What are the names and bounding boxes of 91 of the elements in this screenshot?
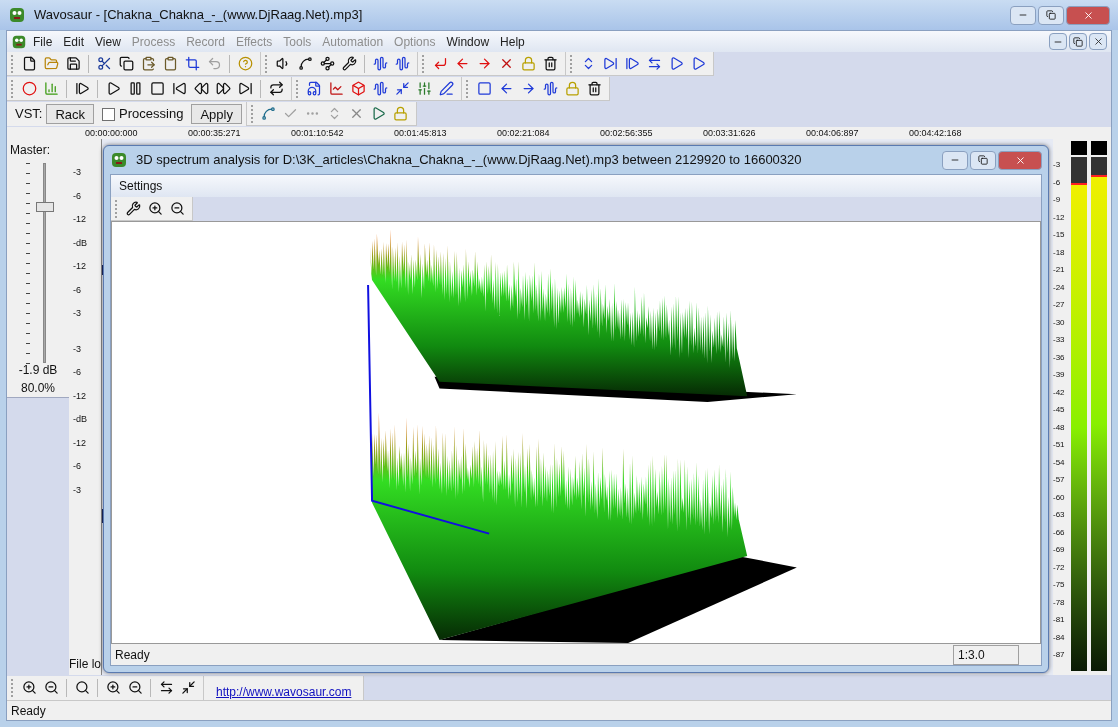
db-scale-label: -12 xyxy=(72,214,87,224)
close-icon xyxy=(1092,36,1104,47)
meter-scale-label: -15 xyxy=(1053,229,1066,241)
db-scale-label: -dB xyxy=(72,414,88,424)
db-scale-label: -6 xyxy=(72,284,82,295)
meter-scale-label: -3 xyxy=(1053,159,1062,171)
monster-logo-icon xyxy=(8,6,26,24)
time-label: 00:02:21:084 xyxy=(497,127,551,139)
meter-scale-label: -45 xyxy=(1053,404,1066,416)
meter-scale-label: -39 xyxy=(1053,369,1066,381)
vst-label: VST: xyxy=(15,105,43,124)
time-label: 00:01:45:813 xyxy=(394,127,448,139)
slider-thumb[interactable] xyxy=(36,202,54,212)
time-label: 00:00:00:000 xyxy=(85,127,139,139)
dialog-status-text: Ready xyxy=(115,646,151,664)
meter-scale-label: -18 xyxy=(1053,246,1066,259)
close-icon xyxy=(1082,9,1094,21)
db-scale-label: -6 xyxy=(72,190,82,201)
maximize-button[interactable] xyxy=(970,150,996,170)
menu-item[interactable]: File xyxy=(28,32,58,51)
time-label: 00:02:56:355 xyxy=(600,127,654,139)
meter-scale-label: -51 xyxy=(1053,439,1066,451)
meter-scale-label: -12 xyxy=(1053,211,1066,224)
file-log-label: File lo xyxy=(69,656,101,673)
processing-checkbox[interactable] xyxy=(102,107,116,121)
close-button[interactable] xyxy=(1089,33,1107,50)
rack-button[interactable]: Rack xyxy=(46,104,95,124)
restore-icon xyxy=(1046,10,1056,20)
time-label: 00:00:35:271 xyxy=(188,127,242,139)
meter-scale-label: -27 xyxy=(1053,299,1066,311)
time-label: 00:04:42:168 xyxy=(909,127,963,139)
meter-scale-label: -42 xyxy=(1053,386,1066,399)
meter-scale-label: -81 xyxy=(1053,614,1066,626)
menu-item[interactable]: Edit xyxy=(58,32,90,51)
maximize-button[interactable] xyxy=(1069,33,1087,50)
menu-item[interactable]: Window xyxy=(441,32,495,51)
menu-item[interactable]: Settings xyxy=(115,177,167,195)
window-title: Wavosaur - [Chakna_Chakna_-_(www.DjRaag.Net).mp3] xyxy=(34,6,364,25)
menu-item[interactable]: View xyxy=(90,32,126,51)
meter-scale-label: -87 xyxy=(1053,649,1066,661)
minimize-button[interactable] xyxy=(1010,5,1036,25)
db-scale-label: -6 xyxy=(72,461,82,471)
db-scale-label: -dB xyxy=(72,237,88,248)
time-label: 00:01:10:542 xyxy=(291,127,345,139)
apply-button[interactable]: Apply xyxy=(191,104,242,124)
master-label: Master: xyxy=(10,142,50,159)
monster-logo-icon xyxy=(110,151,128,169)
close-icon xyxy=(1014,154,1026,166)
restore-icon xyxy=(1073,36,1083,47)
master-percent-reading: 80.0% xyxy=(21,380,55,397)
menu-item[interactable]: Help xyxy=(495,32,530,51)
meter-scale-label: -21 xyxy=(1053,264,1066,276)
meter-scale-label: -75 xyxy=(1053,579,1066,591)
master-db-reading: -1.9 dB xyxy=(18,362,58,379)
db-scale-label: -3 xyxy=(72,484,82,495)
meter-scale-label: -57 xyxy=(1053,474,1066,486)
meter-scale-label: -48 xyxy=(1053,421,1066,434)
maximize-button[interactable] xyxy=(1038,5,1064,25)
db-scale-label: -6 xyxy=(72,367,82,377)
meter-scale-label: -69 xyxy=(1053,544,1066,556)
meter-scale-label: -36 xyxy=(1053,351,1066,364)
db-scale-label: -12 xyxy=(72,261,87,271)
meter-scale-label: -30 xyxy=(1053,316,1066,329)
dialog-title: 3D spectrum analysis for D:\3K_articles\Chakna_Chakna_-_(www.DjRaag.Net).mp3 between 2129920 to 16600320 xyxy=(136,151,803,170)
monster-logo-icon xyxy=(11,33,27,50)
time-label: 00:03:31:626 xyxy=(703,127,757,139)
meter-scale-label: -9 xyxy=(1053,194,1062,206)
restore-icon xyxy=(978,155,988,165)
minimize-button[interactable] xyxy=(942,150,968,170)
meter-scale-label: -63 xyxy=(1053,509,1066,521)
zoom-ratio: 1:3.0 xyxy=(953,644,1019,665)
db-scale-label: -3 xyxy=(72,343,82,354)
db-scale-label: -12 xyxy=(72,390,87,401)
meter-scale-label: -72 xyxy=(1053,561,1066,574)
peak-indicator xyxy=(1091,141,1107,155)
peak-indicator xyxy=(1071,141,1087,155)
meter-scale-label: -66 xyxy=(1053,526,1066,539)
db-scale-label: -3 xyxy=(72,308,82,318)
meter-scale-label: -78 xyxy=(1053,596,1066,609)
meter-scale-label: -84 xyxy=(1053,631,1066,644)
processing-label: Processing xyxy=(119,105,184,124)
meter-scale-label: -33 xyxy=(1053,334,1066,346)
meter-scale-label: -60 xyxy=(1053,491,1066,504)
minimize-button[interactable] xyxy=(1049,33,1067,50)
meter-scale-label: -6 xyxy=(1053,176,1062,189)
status-text: Ready xyxy=(11,702,46,720)
meter-scale-label: -54 xyxy=(1053,456,1066,469)
db-scale-label: -12 xyxy=(72,437,87,448)
meter-scale-label: -24 xyxy=(1053,281,1066,294)
db-scale-label: -3 xyxy=(72,167,82,177)
time-label: 00:04:06:897 xyxy=(806,127,860,139)
